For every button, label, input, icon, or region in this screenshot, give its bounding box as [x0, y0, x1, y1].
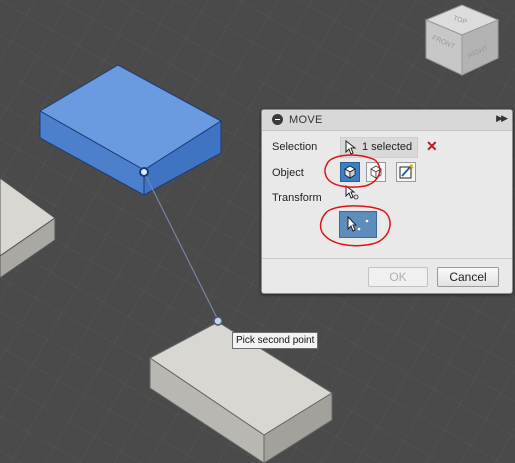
tooltip-text: Pick second point — [236, 335, 315, 346]
ok-button[interactable]: OK — [368, 267, 428, 287]
cursor-arrow-icon — [345, 140, 357, 155]
object-sketch-button[interactable] — [396, 162, 416, 182]
transform-label: Transform — [272, 192, 322, 204]
dialog-header[interactable]: MOVE ▶▶ — [262, 110, 512, 131]
first-point-marker[interactable] — [139, 167, 149, 177]
collapse-icon[interactable] — [272, 114, 283, 125]
canvas-viewport[interactable]: TOP FRONT RIGHT Pick second point MOVE ▶… — [0, 0, 515, 463]
free-move-icon[interactable] — [345, 185, 359, 201]
selection-value: 1 selected — [362, 141, 413, 153]
dialog-divider — [262, 258, 512, 259]
dialog-title: MOVE — [289, 114, 323, 126]
body-icon — [344, 165, 356, 179]
second-point-marker[interactable] — [213, 316, 223, 326]
object-label: Object — [272, 167, 304, 179]
selection-field[interactable]: 1 selected — [340, 137, 418, 158]
component-icon — [370, 165, 382, 179]
expand-icon[interactable]: ▶▶ — [496, 113, 508, 124]
cancel-button[interactable]: Cancel — [437, 267, 499, 287]
object-body-button[interactable] — [340, 162, 360, 182]
point-to-point-button[interactable] — [339, 211, 377, 238]
point-to-point-icon — [347, 215, 369, 232]
selection-label: Selection — [272, 141, 318, 153]
object-component-button[interactable] — [366, 162, 386, 182]
move-dialog: MOVE ▶▶ Selection 1 selected ✕ Object Tr… — [261, 109, 513, 294]
pick-point-tooltip: Pick second point — [232, 332, 319, 349]
sketch-icon — [399, 164, 414, 179]
clear-x-icon[interactable]: ✕ — [426, 138, 438, 155]
